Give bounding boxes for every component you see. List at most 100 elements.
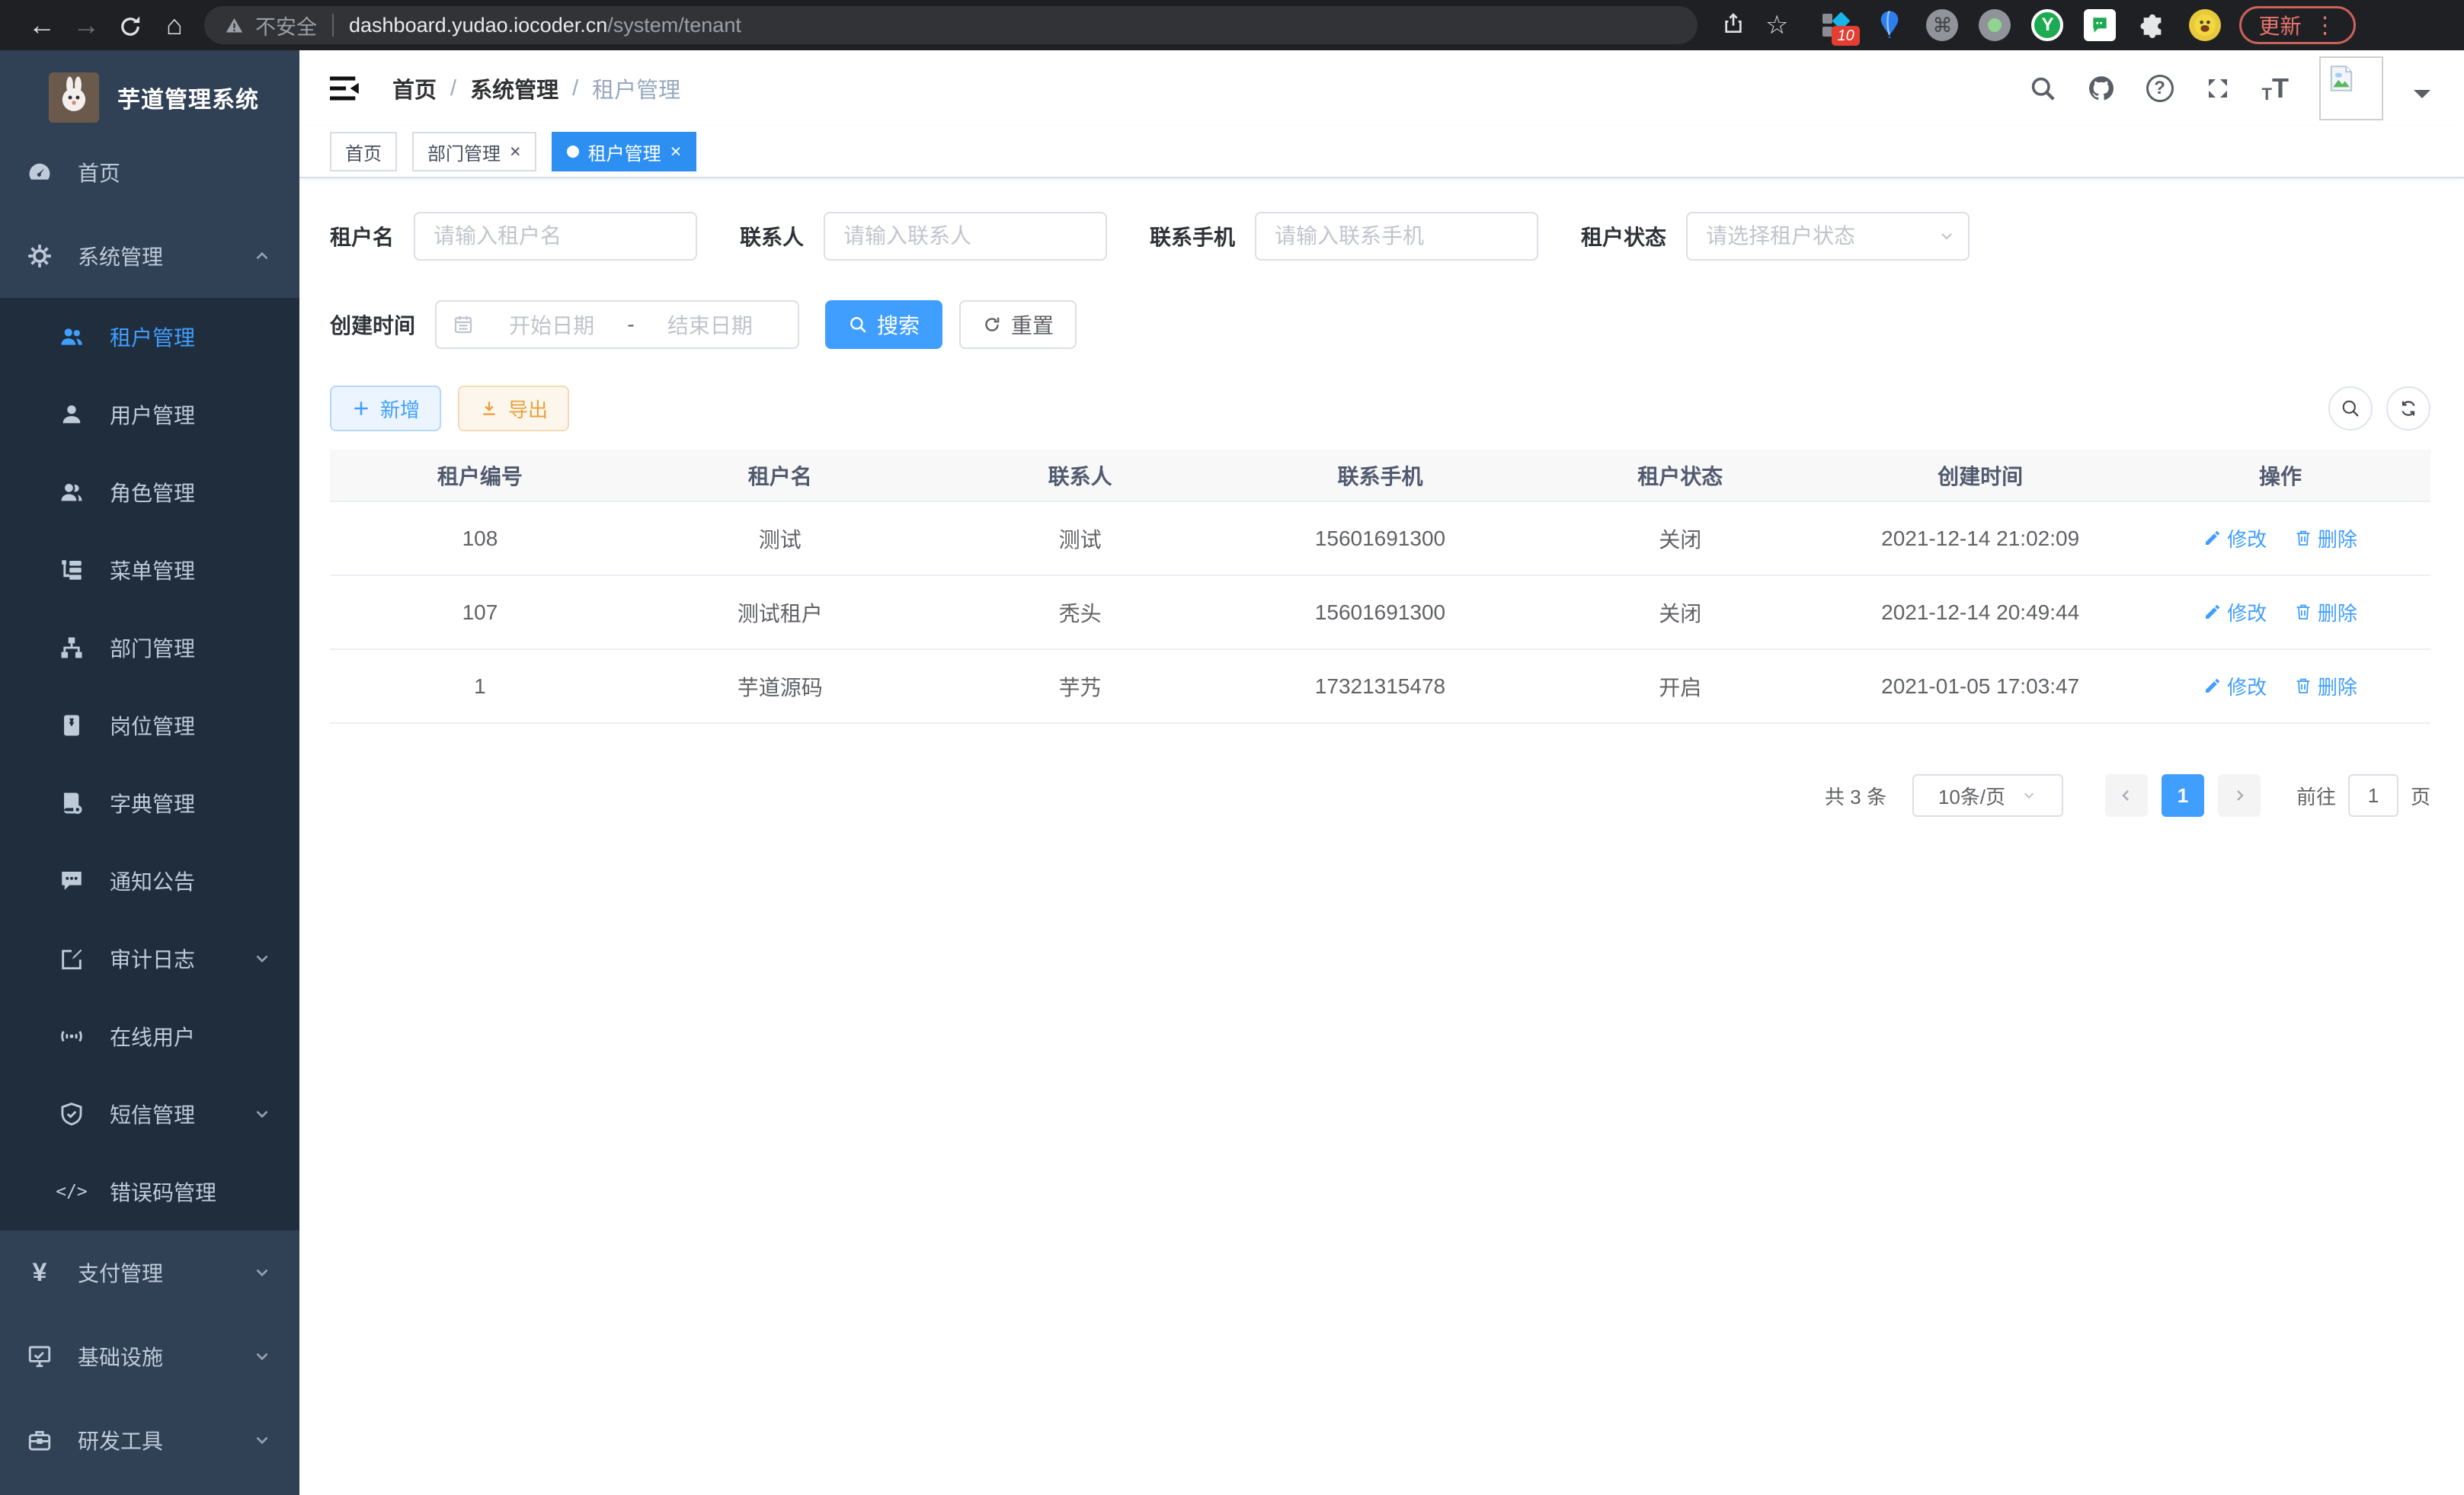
sidebar-item-user[interactable]: 用户管理 — [0, 376, 299, 453]
extension-dot-icon[interactable] — [1979, 9, 2011, 41]
tenant-name-input[interactable] — [414, 212, 697, 261]
browser-menu-icon[interactable]: ⋮ — [2314, 12, 2337, 39]
sidebar-item-sms[interactable]: 短信管理 — [0, 1075, 299, 1153]
chevron-down-icon — [2021, 787, 2037, 804]
sidebar-item-online-user[interactable]: 在线用户 — [0, 997, 299, 1075]
sidebar-item-menu[interactable]: 菜单管理 — [0, 531, 299, 609]
sidebar-item-error-code[interactable]: </> 错误码管理 — [0, 1153, 299, 1231]
col-tenant-name: 租户名 — [630, 450, 930, 501]
browser-back-button[interactable]: ← — [20, 9, 64, 41]
sidebar-item-home[interactable]: 首页 — [0, 130, 299, 214]
extension-command-icon[interactable]: ⌘ — [1926, 9, 1958, 41]
delete-link[interactable]: 删除 — [2294, 672, 2357, 700]
github-link[interactable] — [2087, 74, 2116, 103]
address-bar[interactable]: 不安全 dashboard.yudao.iocoder.cn/system/te… — [204, 6, 1698, 44]
contact-input[interactable] — [824, 212, 1107, 261]
avatar-dropdown-caret-icon[interactable] — [2414, 90, 2430, 107]
trash-icon — [2294, 677, 2312, 695]
header-search-button[interactable] — [2029, 75, 2056, 102]
col-status: 租户状态 — [1530, 450, 1830, 501]
extensions-puzzle-icon[interactable] — [2136, 9, 2168, 41]
sidebar-item-post[interactable]: 岗位管理 — [0, 687, 299, 764]
prev-page-button[interactable] — [2105, 774, 2148, 817]
goto-page-input[interactable] — [2348, 774, 2398, 817]
text-size-button[interactable]: TT — [2262, 72, 2289, 104]
app-title: 芋道管理系统 — [117, 81, 259, 114]
status-text: 开启 — [1530, 649, 1830, 723]
help-button[interactable]: ? — [2146, 75, 2174, 102]
reset-button[interactable]: 重置 — [959, 300, 1077, 349]
sidebar-item-dict[interactable]: 字典管理 — [0, 764, 299, 842]
trash-icon — [2294, 603, 2312, 621]
status-select-input[interactable] — [1686, 212, 1970, 261]
sidebar-item-pay[interactable]: ¥ 支付管理 — [0, 1231, 299, 1314]
github-icon — [2087, 74, 2116, 103]
sidebar-item-role[interactable]: 角色管理 — [0, 453, 299, 531]
breadcrumb-home[interactable]: 首页 — [392, 72, 437, 104]
sidebar-item-system[interactable]: 系统管理 — [0, 214, 299, 298]
date-end-placeholder: 结束日期 — [638, 309, 782, 340]
avatar[interactable] — [2319, 56, 2383, 120]
tab-home[interactable]: 首页 — [330, 132, 397, 171]
sidebar-item-audit-log[interactable]: 审计日志 — [0, 920, 299, 997]
close-icon[interactable]: × — [670, 142, 682, 162]
browser-update-button[interactable]: 更新 ⋮ — [2239, 6, 2355, 44]
browser-reload-button[interactable] — [108, 9, 152, 41]
refresh-table-button[interactable] — [2386, 386, 2430, 431]
edit-link[interactable]: 修改 — [2203, 598, 2267, 626]
add-button[interactable]: 新增 — [330, 386, 441, 431]
extension-balloon-icon[interactable] — [1874, 9, 1906, 41]
tags-view-bar: 首页 部门管理 × 租户管理 × — [299, 126, 2464, 178]
sidebar-collapse-button[interactable] — [330, 75, 360, 101]
pencil-icon — [2203, 677, 2222, 695]
sidebar-item-tenant[interactable]: 租户管理 — [0, 298, 299, 376]
breadcrumb-system[interactable]: 系统管理 — [470, 72, 558, 104]
sidebar-item-dev-tools[interactable]: 研发工具 — [0, 1398, 299, 1482]
app-logo[interactable]: 芋道管理系统 — [0, 50, 299, 130]
next-page-button[interactable] — [2218, 774, 2261, 817]
user-icon — [58, 401, 85, 428]
extensions-group: 10 ⌘ Y — [1821, 9, 2221, 41]
toggle-search-button[interactable] — [2328, 386, 2373, 431]
fullscreen-button[interactable] — [2204, 75, 2232, 102]
dashboard-icon — [26, 158, 53, 186]
browser-home-button[interactable]: ⌂ — [152, 9, 197, 41]
status-select[interactable] — [1686, 212, 1970, 261]
col-actions: 操作 — [2130, 450, 2430, 501]
extension-y-icon[interactable]: Y — [2031, 9, 2063, 41]
yen-icon: ¥ — [26, 1259, 53, 1286]
page-number-button[interactable]: 1 — [2162, 774, 2204, 817]
date-range-picker[interactable]: 开始日期 - 结束日期 — [435, 300, 799, 349]
close-icon[interactable]: × — [510, 142, 521, 162]
security-label[interactable]: 不安全 — [255, 11, 317, 40]
tab-dept[interactable]: 部门管理 × — [412, 132, 536, 171]
search-button[interactable]: 搜索 — [825, 300, 942, 349]
broken-image-icon — [2325, 62, 2357, 94]
share-button[interactable] — [1721, 11, 1746, 40]
page-unit-label: 页 — [2411, 782, 2430, 810]
delete-link[interactable]: 删除 — [2294, 524, 2357, 552]
tab-tenant[interactable]: 租户管理 × — [552, 132, 697, 171]
tenant-table: 租户编号 租户名 联系人 联系手机 租户状态 创建时间 操作 108 测试 测试 — [330, 450, 2430, 724]
bookmark-button[interactable]: ☆ — [1765, 10, 1788, 40]
extension-tabs-icon[interactable]: 10 — [1821, 9, 1853, 41]
sidebar-item-infra[interactable]: 基础设施 — [0, 1314, 299, 1398]
chevron-down-icon — [252, 1104, 272, 1124]
page-size-select[interactable]: 10条/页 — [1912, 774, 2063, 817]
monitor-icon — [26, 1343, 53, 1370]
sidebar-item-notice[interactable]: 通知公告 — [0, 842, 299, 920]
extension-chat-icon[interactable] — [2084, 9, 2116, 41]
phone-input[interactable] — [1255, 212, 1538, 261]
refresh-icon — [982, 315, 1002, 335]
edit-link[interactable]: 修改 — [2203, 672, 2267, 700]
delete-link[interactable]: 删除 — [2294, 598, 2357, 626]
profile-emoji-icon[interactable] — [2189, 9, 2221, 41]
sidebar-item-dept[interactable]: 部门管理 — [0, 609, 299, 687]
status-text: 关闭 — [1530, 575, 1830, 649]
phone-label: 联系手机 — [1150, 221, 1235, 251]
browser-forward-button[interactable]: → — [64, 9, 108, 41]
export-button[interactable]: 导出 — [458, 386, 569, 431]
update-label: 更新 — [2258, 10, 2301, 40]
edit-link[interactable]: 修改 — [2203, 524, 2267, 552]
create-time-label: 创建时间 — [330, 309, 415, 340]
